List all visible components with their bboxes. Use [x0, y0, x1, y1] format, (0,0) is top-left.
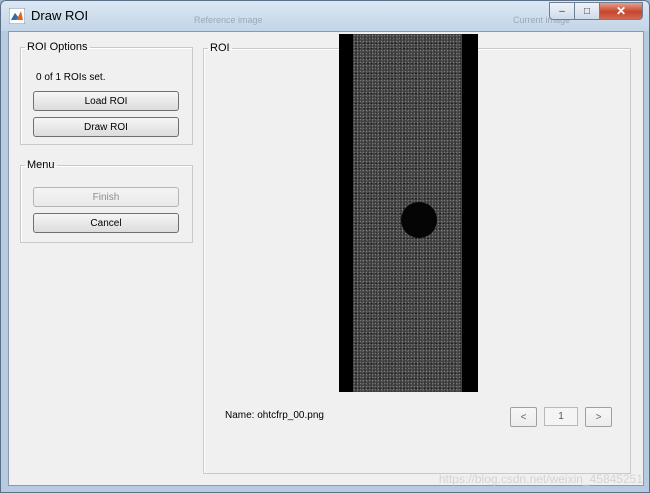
- draw-roi-button[interactable]: Draw ROI: [33, 117, 179, 137]
- chevron-left-icon: <: [520, 411, 527, 423]
- window-controls: – □ ✕: [549, 2, 643, 21]
- next-image-button[interactable]: >: [585, 407, 612, 427]
- background-window-label: Reference image: [194, 15, 263, 25]
- specimen-image: [353, 34, 462, 392]
- roi-image-display[interactable]: [339, 34, 478, 392]
- finish-button[interactable]: Finish: [33, 187, 179, 207]
- minimize-icon: –: [559, 5, 565, 17]
- maximize-icon: □: [583, 5, 591, 17]
- cancel-button[interactable]: Cancel: [33, 213, 179, 233]
- chevron-right-icon: >: [595, 411, 602, 423]
- image-name-label: Name: ohtcfrp_00.png: [225, 410, 324, 421]
- watermark-text: https://blog.csdn.net/weixin_45845251: [438, 472, 643, 486]
- image-index-field[interactable]: 1: [544, 407, 578, 426]
- roi-panel-label: ROI: [210, 42, 230, 54]
- menu-label: Menu: [27, 159, 55, 171]
- roi-options-label: ROI Options: [27, 41, 88, 53]
- draw-roi-window: Draw ROI Reference image Current image –…: [0, 0, 650, 493]
- specimen-hole: [401, 202, 437, 238]
- roi-options-panel: ROI Options 0 of 1 ROIs set. Load ROI Dr…: [20, 41, 193, 145]
- matlab-app-icon: [9, 8, 25, 24]
- title-bar[interactable]: Draw ROI Reference image Current image –…: [1, 1, 649, 31]
- load-roi-button[interactable]: Load ROI: [33, 91, 179, 111]
- minimize-button[interactable]: –: [549, 2, 575, 20]
- roi-status-text: 0 of 1 ROIs set.: [36, 72, 106, 83]
- close-button[interactable]: ✕: [599, 2, 643, 20]
- menu-panel: Menu Finish Cancel: [20, 159, 193, 243]
- close-icon: ✕: [615, 4, 627, 18]
- previous-image-button[interactable]: <: [510, 407, 537, 427]
- maximize-button[interactable]: □: [574, 2, 600, 20]
- window-title: Draw ROI: [31, 8, 89, 23]
